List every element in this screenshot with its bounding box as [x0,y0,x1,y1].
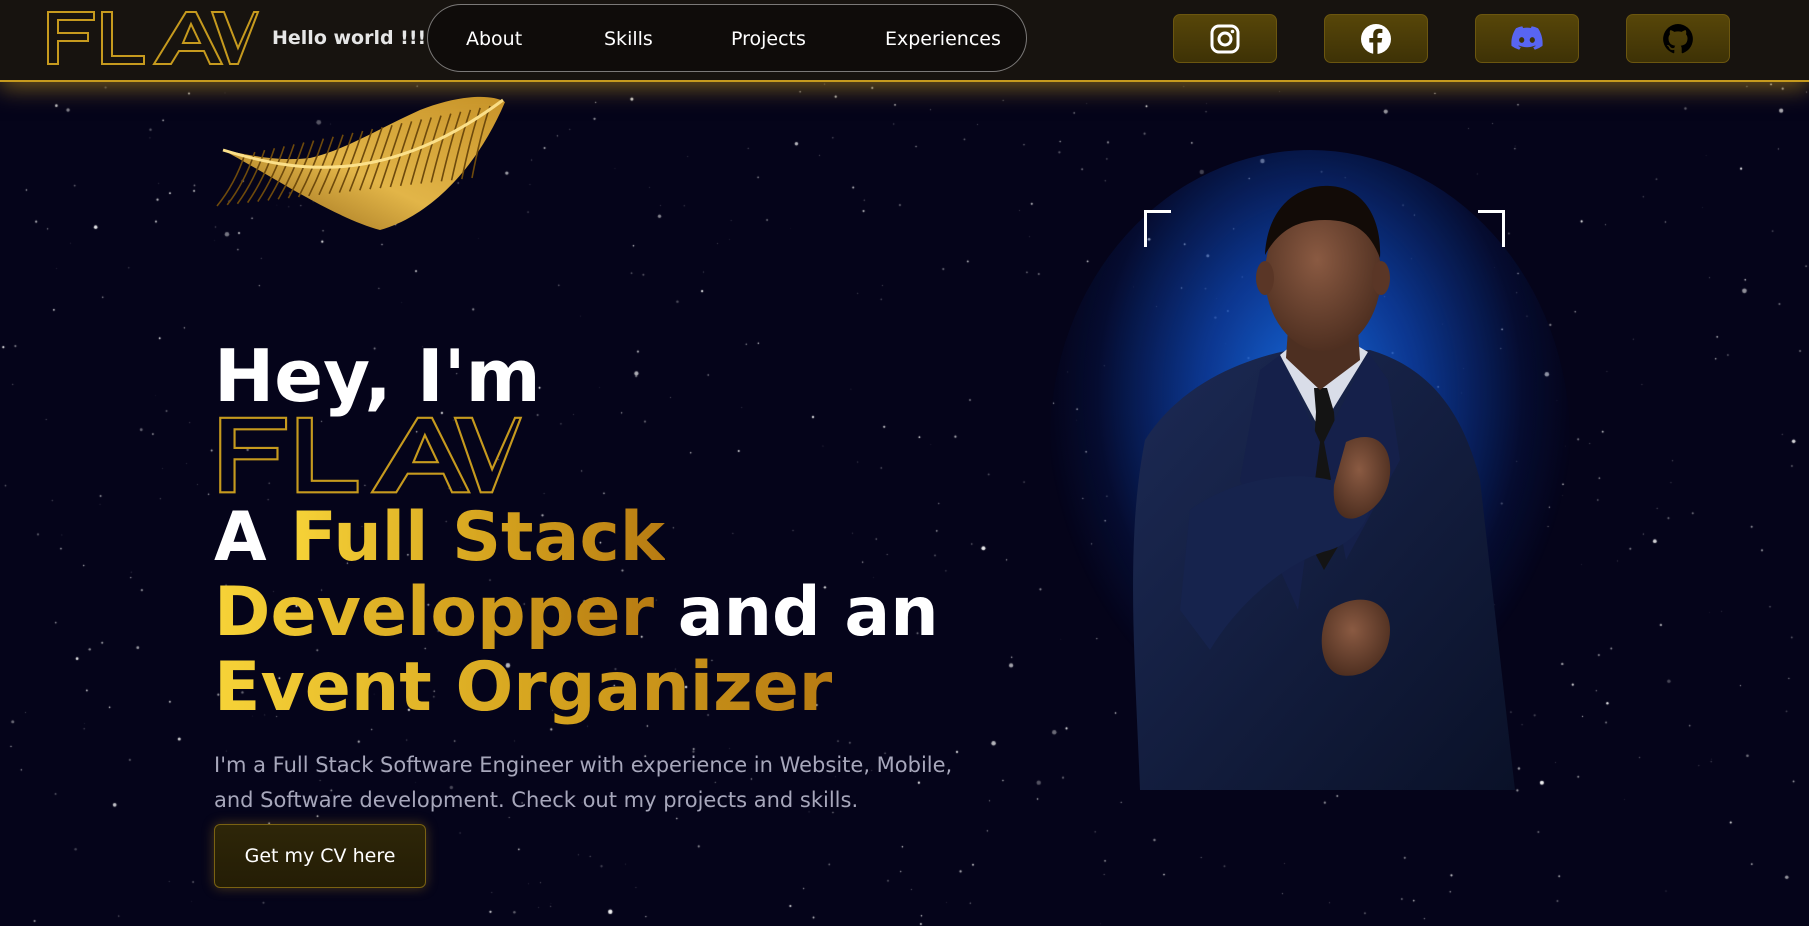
headline-event-organizer: Event Organizer [214,648,833,727]
golden-feather-image [216,96,505,231]
header-bar: Hello world !!! About Skills Projects Ex… [0,0,1809,82]
tagline: Hello world !!! [272,27,427,49]
nav-link-experiences[interactable]: Experiences [885,30,1001,49]
discord-icon [1511,25,1543,50]
instagram-icon [1210,24,1240,53]
nav-link-about[interactable]: About [466,30,522,49]
profile-portrait [1133,185,1515,790]
nav-link-projects[interactable]: Projects [731,30,806,49]
flav-name-logo [219,416,523,494]
nav-link-skills[interactable]: Skills [604,30,653,49]
headline-a: A [214,498,291,577]
main-nav: About Skills Projects Experiences [427,4,1027,72]
github-icon [1663,23,1693,53]
intro-paragraph: I'm a Full Stack Software Engineer with … [214,753,953,812]
headline-developer: Developper [214,573,655,652]
facebook-button[interactable] [1324,14,1428,63]
flav-logo[interactable] [46,10,260,68]
role-headline: A Full Stack Developper and an Event Organ… [214,500,939,725]
greeting-heading: Hey, I'm [214,334,541,418]
facebook-icon [1361,23,1391,54]
headline-full-stack: Full Stack [290,498,665,577]
headline-and-an: and an [654,573,939,652]
github-button[interactable] [1626,14,1730,63]
discord-button[interactable] [1475,14,1579,63]
instagram-button[interactable] [1173,14,1277,63]
get-cv-button[interactable]: Get my CV here [214,824,426,888]
